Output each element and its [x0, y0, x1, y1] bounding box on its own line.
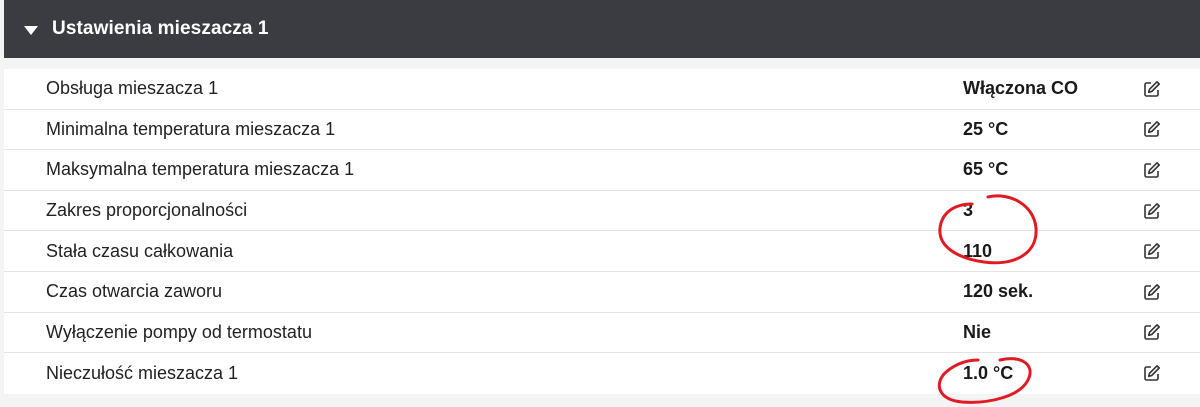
section-title: Ustawienia mieszacza 1 — [52, 18, 269, 39]
edit-icon[interactable] — [1143, 202, 1161, 220]
setting-value: 120 sek. — [963, 281, 1034, 302]
setting-value: 3 — [963, 200, 974, 221]
setting-label: Wyłączenie pompy od termostatu — [46, 321, 312, 342]
setting-row: Nieczułość mieszacza 1 1.0 °C — [4, 353, 1200, 394]
setting-label: Obsługa mieszacza 1 — [46, 78, 219, 99]
mixer-settings-panel: Ustawienia mieszacza 1 Obsługa mieszacza… — [0, 0, 1200, 407]
setting-value: Nie — [963, 321, 992, 342]
edit-icon[interactable] — [1143, 120, 1161, 138]
edit-icon[interactable] — [1143, 323, 1161, 341]
edit-icon[interactable] — [1143, 283, 1161, 301]
setting-row: Obsługa mieszacza 1 Włączona CO — [4, 69, 1200, 110]
settings-table: Obsługa mieszacza 1 Włączona CO Minimaln… — [4, 69, 1200, 394]
setting-label: Stała czasu całkowania — [46, 240, 234, 261]
setting-label: Zakres proporcjonalności — [46, 200, 248, 221]
caret-down-icon[interactable] — [24, 25, 38, 35]
setting-value: Włączona CO — [963, 78, 1079, 99]
edit-icon[interactable] — [1143, 242, 1161, 260]
setting-label: Maksymalna temperatura mieszacza 1 — [46, 159, 355, 180]
setting-value: 1.0 °C — [963, 362, 1014, 383]
setting-label: Nieczułość mieszacza 1 — [46, 362, 239, 383]
setting-value: 65 °C — [963, 159, 1009, 180]
setting-row: Stała czasu całkowania 110 — [4, 231, 1200, 272]
setting-row: Maksymalna temperatura mieszacza 1 65 °C — [4, 150, 1200, 191]
section-header[interactable]: Ustawienia mieszacza 1 — [4, 0, 1200, 58]
setting-row: Wyłączenie pompy od termostatu Nie — [4, 313, 1200, 354]
setting-label: Czas otwarcia zaworu — [46, 281, 223, 302]
setting-value: 110 — [963, 240, 993, 261]
setting-row: Minimalna temperatura mieszacza 1 25 °C — [4, 110, 1200, 151]
setting-row: Czas otwarcia zaworu 120 sek. — [4, 272, 1200, 313]
edit-icon[interactable] — [1143, 364, 1161, 382]
setting-row: Zakres proporcjonalności 3 — [4, 191, 1200, 232]
edit-icon[interactable] — [1143, 80, 1161, 98]
setting-value: 25 °C — [963, 118, 1009, 139]
setting-label: Minimalna temperatura mieszacza 1 — [46, 118, 336, 139]
edit-icon[interactable] — [1143, 161, 1161, 179]
